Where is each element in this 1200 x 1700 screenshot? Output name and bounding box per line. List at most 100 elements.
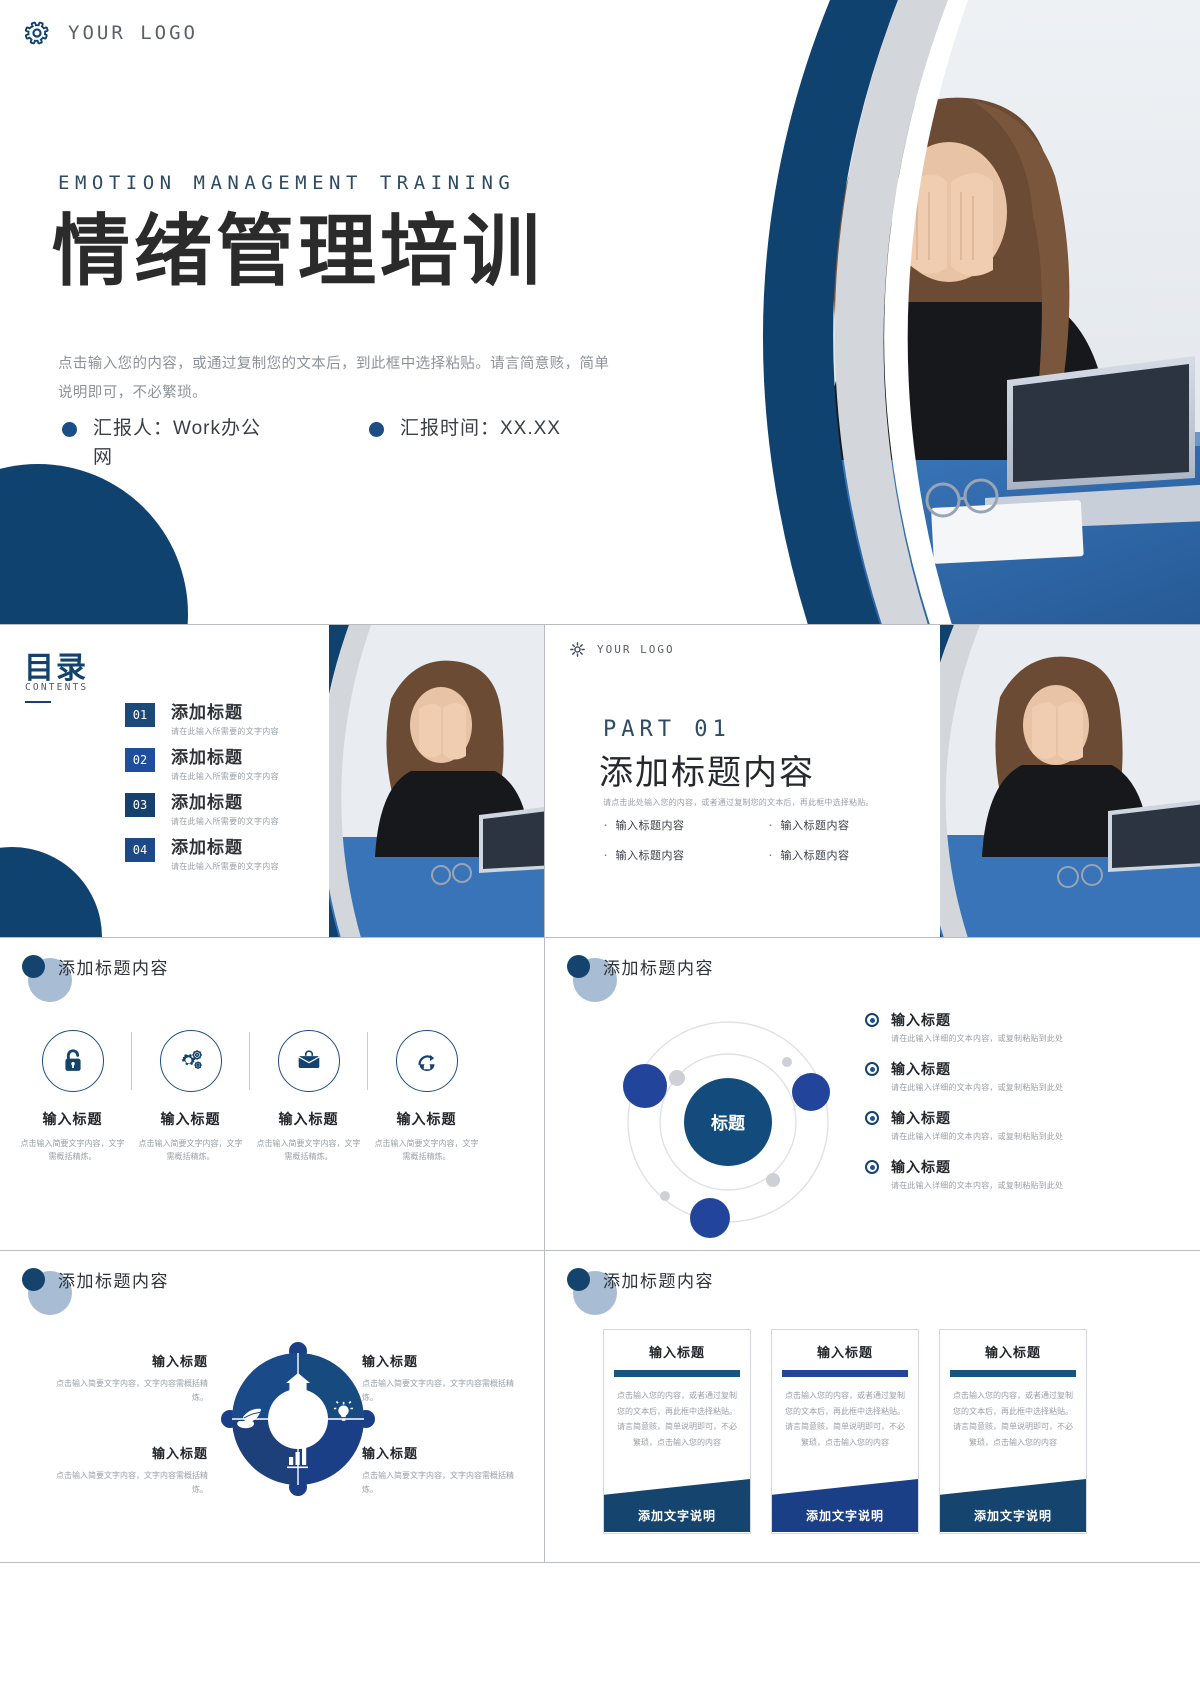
toc-number: 02: [125, 748, 155, 772]
date-label: 汇报时间：XX.XX: [400, 418, 561, 439]
donut-diagram: [218, 1339, 378, 1499]
orbit-heading: 输入标题: [891, 1061, 951, 1077]
toc-item-03[interactable]: 03 添加标题 请在此输入所需要的文字内容: [125, 793, 365, 827]
card-heading: 输入标题: [816, 1345, 873, 1360]
part-lede: 请点击此处输入您的内容，或者通过复制您的文本后，再此框中选择粘贴。: [603, 798, 874, 807]
presenter-label: 汇报人：Work办公网: [93, 418, 261, 468]
card-body: 点击输入您的内容，或者通过复制您的文本后，再此框中选择粘贴。请言简意赅，简单说明…: [785, 1391, 905, 1447]
orbit-center-label: 标题: [711, 1113, 746, 1133]
card-heading: 输入标题: [648, 1345, 705, 1360]
bullet-dot-icon: [369, 422, 384, 437]
toc-number: 03: [125, 793, 155, 817]
icon-item-people-arrow[interactable]: 输入标题 点击输入简要文字内容，文字需概括精炼。: [368, 1030, 485, 1163]
donut-label-bottom-right[interactable]: 输入标题 点击输入简要文字内容，文字内容需概括精炼。: [362, 1443, 514, 1496]
icon-desc: 点击输入简要文字内容，文字需概括精炼。: [20, 1139, 125, 1162]
toc-desc: 请在此输入所需要的文字内容: [171, 862, 279, 871]
radio-icon: [865, 1160, 879, 1174]
orbit-diagram: 标题: [573, 1010, 883, 1240]
title-slide: YOUR LOGO EMOTION MANAGEMENT TRAINING 情绪…: [0, 0, 1200, 625]
section-header: 添加标题内容: [567, 954, 714, 1002]
icon-heading: 输入标题: [160, 1111, 221, 1127]
info-card[interactable]: 输入标题 点击输入您的内容，或者通过复制您的文本后，再此框中选择粘贴。请言简意赅…: [771, 1329, 919, 1534]
card-wedge-shape: [940, 1479, 1086, 1533]
orbit-heading: 输入标题: [891, 1012, 951, 1028]
gears-icon: [181, 1050, 202, 1069]
donut-heading: 输入标题: [151, 1354, 208, 1369]
briefcase-icon: [297, 1050, 320, 1068]
icon-ring: [41, 1030, 104, 1092]
donut-heading: 输入标题: [362, 1354, 419, 1369]
date-meta: 汇报时间：XX.XX: [369, 415, 584, 472]
part-bullet: 输入标题内容: [603, 817, 768, 833]
people-arrow-icon: [417, 1054, 434, 1072]
radio-icon: [865, 1111, 879, 1125]
orbit-item[interactable]: 输入标题 请在此输入详细的文本内容，或复制粘贴到此处: [865, 1108, 1170, 1142]
info-card[interactable]: 输入标题 点击输入您的内容，或者通过复制您的文本后，再此框中选择粘贴。请言简意赅…: [603, 1329, 751, 1534]
icon-item-lock[interactable]: 输入标题 点击输入简要文字内容，文字需概括精炼。: [14, 1030, 131, 1163]
icon-item-gears[interactable]: 输入标题 点击输入简要文字内容，文字需概括精炼。: [132, 1030, 249, 1163]
icon-heading: 输入标题: [42, 1111, 103, 1127]
icon-desc: 点击输入简要文字内容，文字需概括精炼。: [374, 1139, 479, 1162]
icon-ring: [159, 1030, 222, 1092]
card-row: 输入标题 点击输入您的内容，或者通过复制您的文本后，再此框中选择粘贴。请言简意赅…: [603, 1329, 1087, 1534]
part-swoosh: [940, 625, 980, 937]
hero-lede: 点击输入您的内容，或通过复制您的文本后，到此框中选择粘贴。请言简意赅，简单说明即…: [58, 356, 610, 401]
toc-subtitle: CONTENTS: [25, 682, 89, 693]
bullet-dot-icon: [62, 422, 77, 437]
toc-item-01[interactable]: 01 添加标题 请在此输入所需要的文字内容: [125, 703, 365, 737]
card-footer: 添加文字说明: [604, 1479, 750, 1533]
part-bullet: 输入标题内容: [768, 817, 933, 833]
brand-logo[interactable]: YOUR LOGO: [22, 18, 198, 48]
donut-desc: 点击输入简要文字内容，文字内容需概括精炼。: [362, 1379, 514, 1402]
card-footer: 添加文字说明: [772, 1479, 918, 1533]
presenter-meta: 汇报人：Work办公网: [62, 415, 277, 472]
brand-logo[interactable]: YOUR LOGO: [569, 641, 675, 658]
section-dot-icon: [22, 1268, 45, 1291]
card-wedge-shape: [604, 1479, 750, 1533]
part-divider-slide: YOUR LOGO PART 01 添加标题内容 请点击此处输入您的内容，或者通…: [545, 625, 1200, 938]
orbit-heading: 输入标题: [891, 1159, 951, 1175]
hero-photo: [655, 0, 1200, 624]
orbit-diagram-slide: 添加标题内容 标题 输入标题 请在此输入详细的文本内容，或复制粘贴到此处 输入标…: [545, 938, 1200, 1251]
orbit-item[interactable]: 输入标题 请在此输入详细的文本内容，或复制粘贴到此处: [865, 1157, 1170, 1191]
toc-title: 目录: [24, 652, 88, 685]
icon-desc: 点击输入简要文字内容，文字需概括精炼。: [138, 1139, 243, 1162]
donut-label-top-left[interactable]: 输入标题 点击输入简要文字内容，文字内容需概括精炼。: [56, 1351, 208, 1404]
donut-label-top-right[interactable]: 输入标题 点击输入简要文字内容，文字内容需概括精炼。: [362, 1351, 514, 1404]
toc-divider: [25, 701, 51, 703]
donut-desc: 点击输入简要文字内容，文字内容需概括精炼。: [362, 1471, 514, 1494]
icon-grid: 输入标题 点击输入简要文字内容，文字需概括精炼。 输入标题 点击输入简要文字内容…: [14, 1030, 531, 1163]
donut-heading: 输入标题: [151, 1446, 208, 1461]
orbit-desc: 请在此输入详细的文本内容，或复制粘贴到此处: [891, 1083, 1064, 1092]
card-wedge-shape: [772, 1479, 918, 1533]
toc-number: 01: [125, 703, 155, 727]
section-title: 添加标题内容: [603, 1272, 714, 1291]
section-header: 添加标题内容: [567, 1267, 714, 1315]
orbit-item[interactable]: 输入标题 请在此输入详细的文本内容，或复制粘贴到此处: [865, 1059, 1170, 1093]
donut-desc: 点击输入简要文字内容，文字内容需概括精炼。: [56, 1471, 208, 1494]
orbit-item[interactable]: 输入标题 请在此输入详细的文本内容，或复制粘贴到此处: [865, 1010, 1170, 1044]
donut-diagram-slide: 添加标题内容 输入标题 点击输入简要文字内容，文字内容需概括精炼。 输入标题 点…: [0, 1251, 545, 1563]
icon-ring: [277, 1030, 340, 1092]
hero-corner-circle: [0, 464, 188, 624]
donut-label-bottom-left[interactable]: 输入标题 点击输入简要文字内容，文字内容需概括精炼。: [56, 1443, 208, 1496]
icon-desc: 点击输入简要文字内容，文字需概括精炼。: [256, 1139, 361, 1162]
part-photo: [940, 625, 1200, 937]
orbit-desc: 请在此输入详细的文本内容，或复制粘贴到此处: [891, 1132, 1064, 1141]
icon-item-briefcase[interactable]: 输入标题 点击输入简要文字内容，文字需概括精炼。: [250, 1030, 367, 1163]
section-title: 添加标题内容: [58, 959, 169, 978]
part-bullet-list: 输入标题内容 输入标题内容 输入标题内容 输入标题内容: [603, 817, 933, 863]
toc-heading: 添加标题: [171, 703, 243, 722]
toc-heading: 添加标题: [171, 748, 243, 767]
radio-icon: [865, 1013, 879, 1027]
info-card[interactable]: 输入标题 点击输入您的内容，或者通过复制您的文本后，再此框中选择粘贴。请言简意赅…: [939, 1329, 1087, 1534]
icon-ring: [395, 1030, 458, 1092]
section-header: 添加标题内容: [22, 1267, 169, 1315]
section-dot-icon: [567, 1268, 590, 1291]
toc-heading: 添加标题: [171, 793, 243, 812]
card-heading: 输入标题: [984, 1345, 1041, 1360]
three-cards-slide: 添加标题内容 输入标题 点击输入您的内容，或者通过复制您的文本后，再此框中选择粘…: [545, 1251, 1200, 1563]
toc-item-04[interactable]: 04 添加标题 请在此输入所需要的文字内容: [125, 838, 365, 872]
toc-item-02[interactable]: 02 添加标题 请在此输入所需要的文字内容: [125, 748, 365, 782]
contents-slide: 目录 CONTENTS 01 添加标题 请在此输入所需要的文字内容 02 添加标…: [0, 625, 545, 938]
